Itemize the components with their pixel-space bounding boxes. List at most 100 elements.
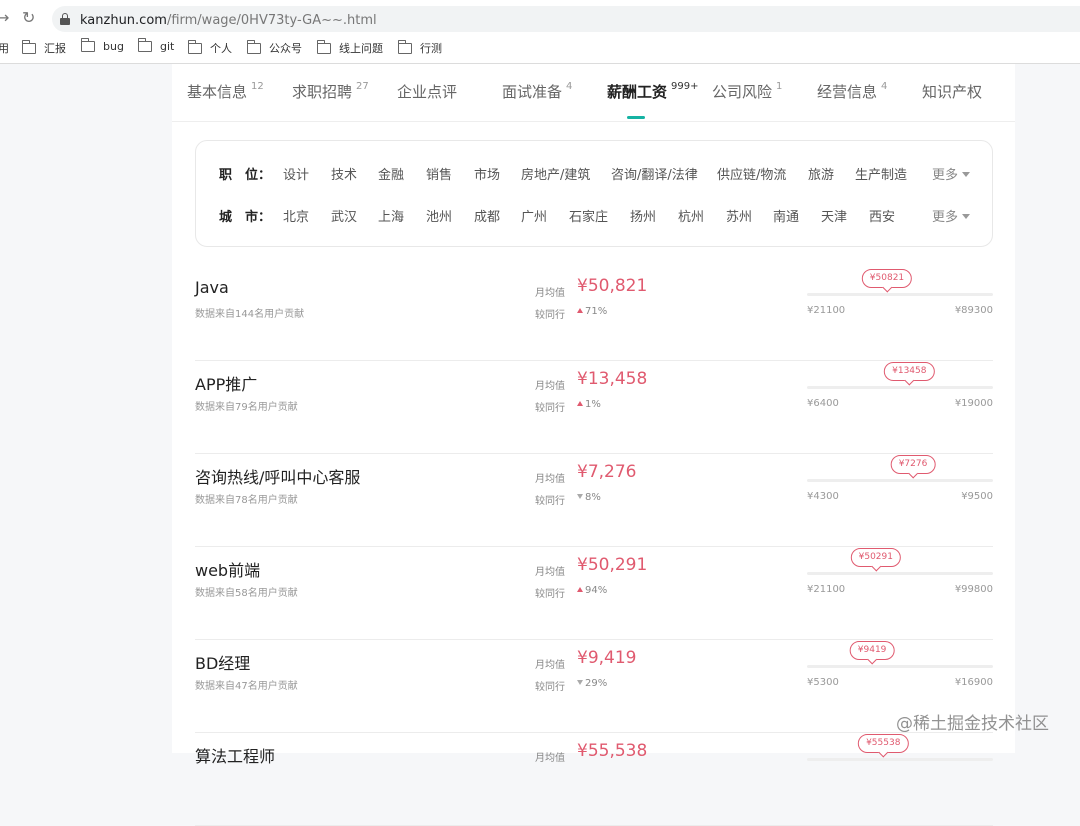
tab-ip[interactable]: 知识产权: [922, 81, 982, 102]
salary-row[interactable]: web前端 数据来自58名用户贡献 月均值 ¥50,291 较同行 94% ¥50291 ¥2…: [195, 547, 993, 640]
filter-option[interactable]: 生产制造: [855, 164, 907, 183]
bookmark-folder[interactable]: 公众号: [247, 39, 302, 56]
job-title[interactable]: web前端: [195, 557, 260, 581]
avg-salary: ¥9,419: [577, 648, 637, 668]
job-title[interactable]: 算法工程师: [195, 743, 275, 767]
position-more-button[interactable]: 更多: [932, 164, 971, 183]
salary-range-bar: [807, 758, 993, 761]
trend-up-icon: [577, 401, 583, 406]
bookmark-folder[interactable]: 线上问题: [317, 39, 383, 56]
salary-range-bar: [807, 572, 993, 575]
filter-option[interactable]: 旅游: [808, 164, 834, 183]
filter-option[interactable]: 设计: [283, 164, 309, 183]
job-title[interactable]: APP推广: [195, 371, 257, 395]
tab-basic-info[interactable]: 基本信息 12: [187, 81, 264, 102]
chevron-down-icon: [962, 172, 971, 177]
salary-range-bar: [807, 479, 993, 482]
tab-jobs[interactable]: 求职招聘 27: [292, 81, 369, 102]
lock-icon: [60, 13, 70, 25]
bookmark-folder[interactable]: 汇报: [22, 39, 66, 56]
filter-option[interactable]: 咨询/翻译/法律: [611, 164, 698, 183]
salary-row[interactable]: 算法工程师 月均值 ¥55,538 ¥55538: [195, 733, 993, 826]
avg-label: 月均值: [535, 567, 565, 578]
avg-salary: ¥55,538: [577, 741, 648, 761]
filter-option[interactable]: 广州: [521, 206, 547, 225]
avg-salary: ¥50,291: [577, 555, 648, 575]
compare-label: 较同行: [535, 496, 565, 507]
range-max: ¥16900: [954, 677, 993, 688]
filter-option[interactable]: 池州: [426, 206, 452, 225]
job-title[interactable]: BD经理: [195, 650, 250, 674]
filter-option[interactable]: 天津: [821, 206, 847, 225]
range-min: ¥4300: [807, 491, 839, 502]
salary-row[interactable]: APP推广 数据来自79名用户贡献 月均值 ¥13,458 较同行 1% ¥13458 ¥64…: [195, 361, 993, 454]
filter-option[interactable]: 苏州: [726, 206, 752, 225]
salary-row[interactable]: Java 数据来自144名用户贡献 月均值 ¥50,821 较同行 71% ¥50821 ¥2…: [195, 268, 993, 361]
salary-marker: ¥55538: [858, 734, 909, 753]
filter-option[interactable]: 销售: [426, 164, 452, 183]
filter-option[interactable]: 西安: [869, 206, 895, 225]
filter-option[interactable]: 南通: [773, 206, 799, 225]
filter-label: 城 市：: [219, 210, 272, 225]
filter-option[interactable]: 武汉: [331, 206, 357, 225]
tab-reviews[interactable]: 企业点评: [397, 81, 457, 102]
reload-icon[interactable]: ↻: [22, 8, 35, 27]
filter-option[interactable]: 房地产/建筑: [521, 164, 590, 183]
data-source-note: 数据来自144名用户贡献: [195, 309, 305, 320]
tab-risk[interactable]: 公司风险 1: [712, 81, 782, 102]
range-max: ¥89300: [954, 305, 993, 316]
filter-option[interactable]: 技术: [331, 164, 357, 183]
url-text[interactable]: kanzhun.com/firm/wage/0HV73ty-GA~~.html: [80, 13, 377, 28]
filter-option[interactable]: 扬州: [630, 206, 656, 225]
active-tab-indicator: [627, 116, 645, 119]
range-max: ¥99800: [954, 584, 993, 595]
data-source-note: 数据来自47名用户贡献: [195, 681, 298, 692]
filter-option[interactable]: 成都: [474, 206, 500, 225]
address-row: → ↻ kanzhun.com/firm/wage/0HV73ty-GA~~.h…: [0, 4, 1080, 32]
filter-option[interactable]: 杭州: [678, 206, 704, 225]
filter-option[interactable]: 市场: [474, 164, 500, 183]
city-more-button[interactable]: 更多: [932, 206, 971, 225]
compare-value: 94%: [577, 585, 607, 596]
chevron-down-icon: [962, 214, 971, 219]
data-source-note: 数据来自58名用户贡献: [195, 588, 298, 599]
filter-option[interactable]: 供应链/物流: [717, 164, 786, 183]
page-background-left: [0, 64, 172, 753]
salary-marker: ¥9419: [849, 641, 895, 660]
filter-option[interactable]: 石家庄: [569, 206, 608, 225]
data-source-note: 数据来自78名用户贡献: [195, 495, 298, 506]
job-title[interactable]: Java: [195, 278, 229, 297]
city-filter: 城 市： 北京 武汉 上海 池州 成都 广州 石家庄 扬州 杭州 苏州 南通 天…: [219, 206, 979, 226]
bookmark-folder[interactable]: git: [138, 38, 174, 53]
salary-range-bar: [807, 665, 993, 668]
scrollbar[interactable]: [1072, 64, 1080, 76]
avg-label: 月均值: [535, 381, 565, 392]
compare-value: 71%: [577, 306, 607, 317]
salary-row[interactable]: 咨询热线/呼叫中心客服 数据来自78名用户贡献 月均值 ¥7,276 较同行 8% ¥727…: [195, 454, 993, 547]
tab-interview[interactable]: 面试准备 4: [502, 81, 572, 102]
bookmarks-bar: 用 汇报 bug git 个人 公众号 线上问题 行测: [0, 38, 1080, 58]
filter-option[interactable]: 北京: [283, 206, 309, 225]
data-source-note: 数据来自79名用户贡献: [195, 402, 298, 413]
job-title[interactable]: 咨询热线/呼叫中心客服: [195, 464, 360, 488]
tab-salary[interactable]: 薪酬工资 999+: [607, 81, 698, 102]
page-background-right: [1015, 64, 1080, 753]
trend-down-icon: [577, 680, 583, 685]
folder-icon: [398, 39, 412, 54]
range-min: ¥6400: [807, 398, 839, 409]
filter-option[interactable]: 上海: [378, 206, 404, 225]
forward-icon[interactable]: →: [0, 8, 9, 27]
tab-business[interactable]: 经营信息 4: [817, 81, 887, 102]
avg-salary: ¥13,458: [577, 369, 648, 389]
bookmark-folder[interactable]: 个人: [188, 39, 232, 56]
avg-label: 月均值: [535, 474, 565, 485]
bookmark-folder[interactable]: 行测: [398, 39, 442, 56]
folder-icon: [317, 39, 331, 54]
avg-salary: ¥50,821: [577, 276, 648, 296]
filter-option[interactable]: 金融: [378, 164, 404, 183]
avg-label: 月均值: [535, 660, 565, 671]
salary-row[interactable]: BD经理 数据来自47名用户贡献 月均值 ¥9,419 较同行 29% ¥9419 ¥5300…: [195, 640, 993, 733]
bookmark-item[interactable]: 用: [0, 40, 9, 56]
bookmark-folder[interactable]: bug: [81, 38, 124, 53]
company-tabs: 基本信息 12 求职招聘 27 企业点评 面试准备 4 薪酬工资 999+ 公司风险 1 …: [172, 64, 1015, 122]
